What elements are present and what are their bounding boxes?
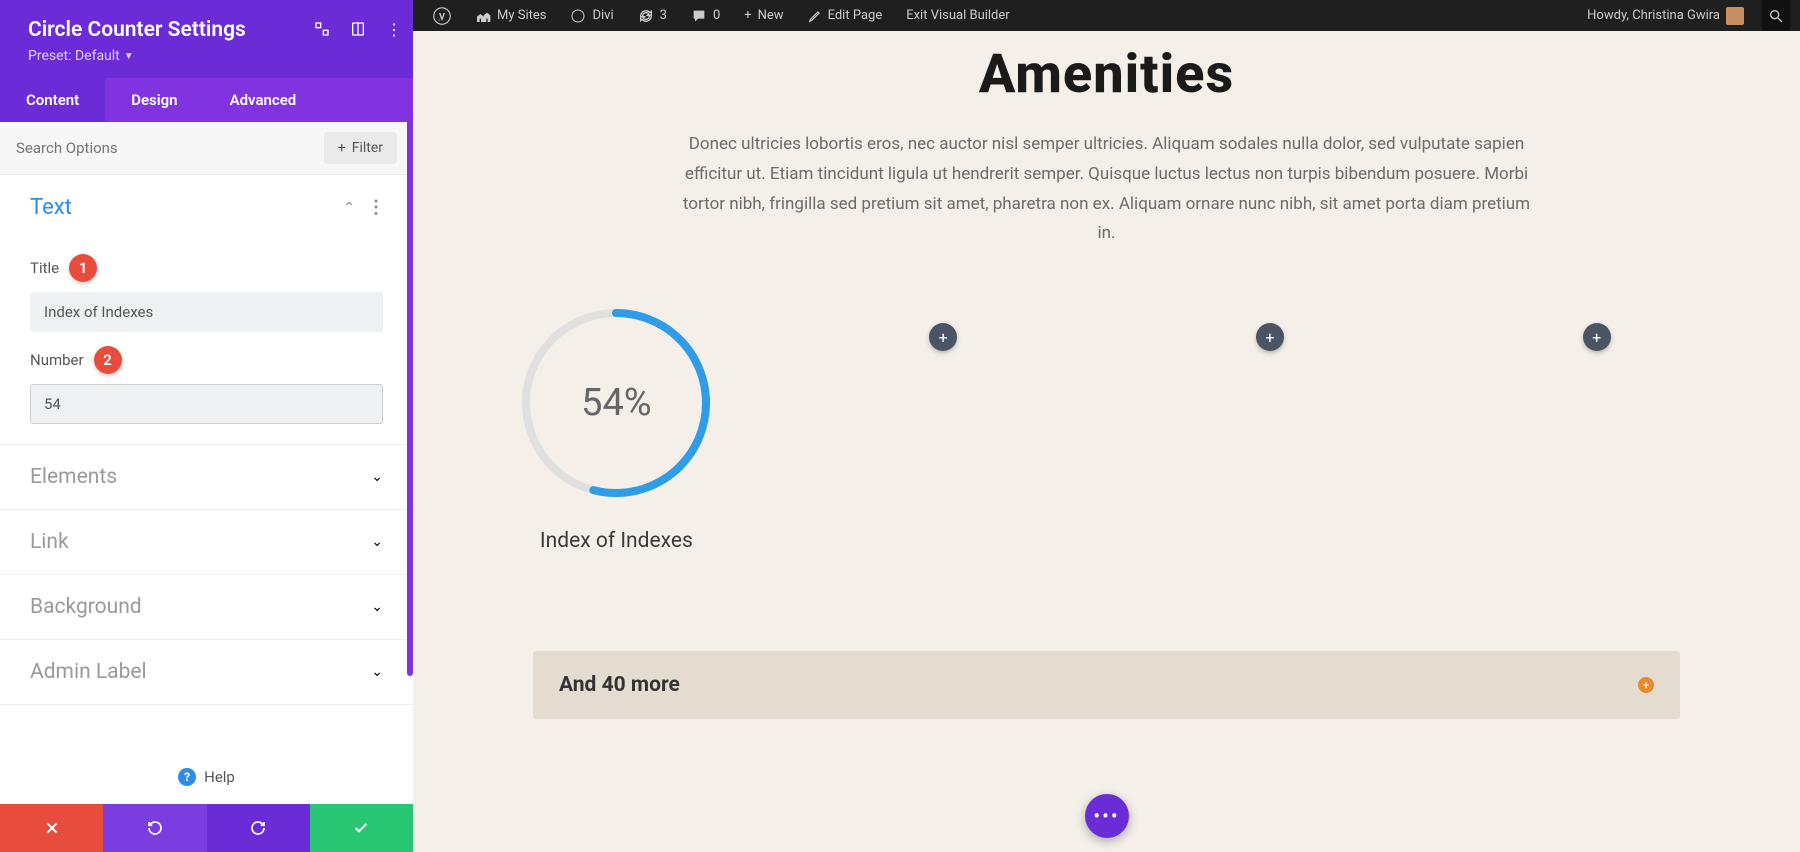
section-text-header[interactable]: Text ⌃ ⋮ [0, 175, 413, 240]
comments-link[interactable]: 0 [681, 8, 730, 24]
chevron-down-icon: ⌄ [371, 534, 383, 550]
filter-button[interactable]: + Filter [324, 132, 397, 164]
exit-vb-label: Exit Visual Builder [906, 8, 1009, 23]
section-elements-header[interactable]: Elements ⌄ [0, 445, 413, 509]
section-text: Text ⌃ ⋮ Title 1 Number 2 [0, 175, 413, 445]
site-link[interactable]: Divi [560, 8, 623, 24]
chevron-down-icon: ⌄ [371, 664, 383, 680]
footer-bar [0, 804, 413, 852]
responsive-icon[interactable] [349, 20, 367, 38]
tab-advanced[interactable]: Advanced [204, 78, 323, 122]
search-row: + Filter [0, 122, 413, 175]
circle-counter: 54% [518, 305, 714, 501]
cancel-button[interactable] [0, 804, 103, 852]
chevron-down-icon: ⌄ [371, 469, 383, 485]
main-area: My Sites Divi 3 0 + New Edit Page [413, 0, 1800, 852]
new-link[interactable]: + New [734, 8, 793, 23]
section-title: Text [30, 195, 72, 220]
section-title: Background [30, 595, 142, 619]
callout-marker-1: 1 [69, 254, 97, 282]
page-title: Amenities [473, 43, 1740, 106]
wp-admin-bar: My Sites Divi 3 0 + New Edit Page [413, 0, 1800, 31]
section-admin-label: Admin Label ⌄ [0, 640, 413, 705]
empty-column: + [1137, 305, 1404, 553]
add-module-button[interactable]: + [929, 323, 957, 351]
chevron-up-icon: ⌃ [343, 200, 355, 216]
user-link[interactable]: Howdy, Christina Gwira [1577, 7, 1754, 25]
plus-icon: + [744, 8, 751, 23]
wp-logo-icon[interactable] [423, 7, 461, 25]
plus-icon: + [338, 140, 346, 156]
settings-tabs: Content Design Advanced [0, 78, 413, 122]
section-link-header[interactable]: Link ⌄ [0, 510, 413, 574]
number-input[interactable] [30, 384, 383, 424]
help-label: Help [204, 768, 235, 786]
exit-vb-link[interactable]: Exit Visual Builder [896, 8, 1019, 23]
updates-count: 3 [660, 8, 667, 23]
add-module-button[interactable]: + [1256, 323, 1284, 351]
toggle-module[interactable]: And 40 more + [533, 651, 1680, 719]
section-elements: Elements ⌄ [0, 445, 413, 510]
empty-column: + [1463, 305, 1730, 553]
circle-counter-module[interactable]: 54% Index of Indexes [483, 305, 750, 553]
help-link[interactable]: ? Help [0, 750, 413, 804]
section-background: Background ⌄ [0, 575, 413, 640]
sidebar-header: Circle Counter Settings Preset: Default … [0, 0, 413, 78]
my-sites-link[interactable]: My Sites [465, 8, 556, 24]
add-module-button[interactable]: + [1583, 323, 1611, 351]
edit-page-link[interactable]: Edit Page [798, 8, 893, 23]
search-input[interactable] [16, 133, 324, 163]
section-title: Admin Label [30, 660, 147, 684]
panel-body: Text ⌃ ⋮ Title 1 Number 2 [0, 175, 413, 750]
section-link: Link ⌄ [0, 510, 413, 575]
howdy-label: Howdy, Christina Gwira [1587, 8, 1720, 23]
number-field-label: Number [30, 351, 84, 369]
preset-selector[interactable]: Preset: Default ▼ [28, 48, 385, 64]
widgets-row: 54% Index of Indexes + + + [473, 305, 1740, 553]
section-admin-label-header[interactable]: Admin Label ⌄ [0, 640, 413, 704]
section-title: Link [30, 530, 69, 554]
comments-count: 0 [713, 8, 720, 23]
content-area: Amenities Donec ultricies lobortis eros,… [413, 31, 1800, 852]
caret-down-icon: ▼ [124, 51, 134, 62]
undo-button[interactable] [103, 804, 206, 852]
updates-link[interactable]: 3 [628, 8, 677, 24]
counter-title: Index of Indexes [540, 529, 693, 553]
site-label: Divi [592, 8, 613, 23]
new-label: New [758, 8, 784, 23]
preset-label: Preset: Default [28, 48, 120, 64]
fullscreen-icon[interactable] [313, 20, 331, 38]
edit-page-label: Edit Page [828, 8, 883, 23]
section-text-fields: Title 1 Number 2 [0, 254, 413, 444]
redo-button[interactable] [207, 804, 310, 852]
save-button[interactable] [310, 804, 413, 852]
page-paragraph: Donec ultricies lobortis eros, nec aucto… [677, 130, 1537, 249]
settings-sidebar: Circle Counter Settings Preset: Default … [0, 0, 413, 852]
section-background-header[interactable]: Background ⌄ [0, 575, 413, 639]
more-icon[interactable]: ⋮ [367, 197, 383, 218]
title-field-label: Title [30, 259, 59, 277]
filter-label: Filter [352, 140, 383, 156]
chevron-down-icon: ⌄ [371, 599, 383, 615]
avatar [1726, 7, 1744, 25]
search-icon[interactable] [1762, 0, 1790, 31]
tab-design[interactable]: Design [105, 78, 203, 122]
page-settings-fab[interactable]: ••• [1085, 794, 1129, 838]
section-title: Elements [30, 465, 117, 489]
counter-percent: 54% [518, 305, 714, 501]
more-icon[interactable]: ⋮ [385, 20, 403, 38]
my-sites-label: My Sites [497, 8, 546, 23]
empty-column: + [810, 305, 1077, 553]
tab-content[interactable]: Content [0, 78, 105, 122]
callout-marker-2: 2 [94, 346, 122, 374]
title-input[interactable] [30, 292, 383, 332]
expand-icon: + [1638, 677, 1654, 693]
help-icon: ? [178, 768, 196, 786]
toggle-title: And 40 more [559, 673, 680, 697]
